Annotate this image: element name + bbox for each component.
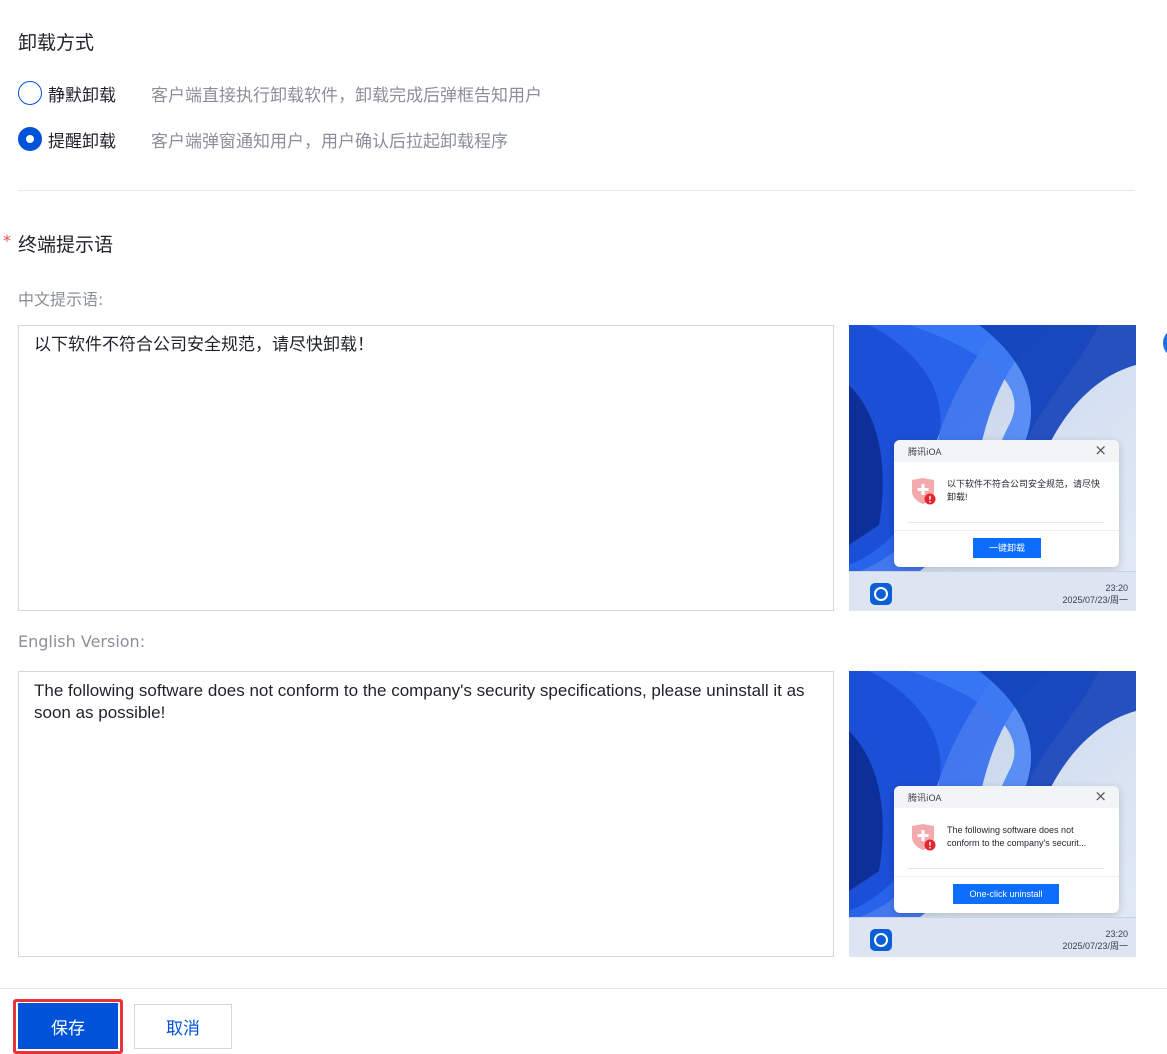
radio-reminder-uninstall[interactable]: 提醒卸载 客户端弹窗通知用户，用户确认后拉起卸载程序 [18, 126, 508, 152]
dialog-divider [908, 522, 1104, 523]
uninstall-method-title: 卸载方式 [18, 32, 95, 54]
dialog-message: 以下软件不符合公司安全规范，请尽快卸载! [947, 479, 1101, 502]
english-prompt-label: English Version: [18, 632, 146, 651]
dialog-divider [894, 530, 1119, 531]
radio-silent-uninstall[interactable]: 静默卸载 客户端直接执行卸载软件，卸载完成后弹框告知用户 [18, 80, 542, 106]
english-prompt-textarea[interactable]: The following software does not conform … [18, 671, 834, 957]
dialog-header: 腾讯iOA × [894, 440, 1119, 462]
taskbar: 23:20 2025/07/23/周一 [849, 917, 1136, 957]
dialog-divider [894, 876, 1119, 877]
radio-description: 客户端直接执行卸载软件，卸载完成后弹框告知用户 [151, 85, 542, 106]
taskbar-clock: 23:20 2025/07/23/周一 [1062, 582, 1128, 606]
footer-divider [0, 988, 1167, 989]
clock-time: 23:20 [1105, 929, 1128, 939]
dialog-divider [908, 868, 1104, 869]
save-button-highlight [13, 999, 123, 1054]
section-divider [18, 190, 1135, 191]
dialog-title: 腾讯iOA [908, 794, 942, 804]
radio-label[interactable]: 提醒卸载 [48, 127, 148, 152]
english-preview-image: 腾讯iOA × The following software does not … [849, 671, 1136, 957]
dialog-title: 腾讯iOA [908, 448, 942, 458]
clock-date: 2025/07/23/周一 [1062, 595, 1128, 605]
chinese-preview-image: 腾讯iOA × 以下软件不符合公司安全规范，请尽快卸载! 一键卸载 23:20 … [849, 325, 1136, 611]
chinese-prompt-label: 中文提示语: [18, 290, 104, 309]
clock-time: 23:20 [1105, 583, 1128, 593]
cancel-button[interactable]: 取消 [134, 1004, 232, 1049]
radio-button-checked[interactable] [18, 127, 42, 151]
radio-label[interactable]: 静默卸载 [48, 81, 148, 106]
clock-date: 2025/07/23/周一 [1062, 941, 1128, 951]
close-icon: × [1094, 441, 1107, 459]
taskbar-clock: 23:20 2025/07/23/周一 [1062, 928, 1128, 952]
side-float-button[interactable] [1163, 330, 1167, 356]
taskbar: 23:20 2025/07/23/周一 [849, 571, 1136, 611]
shield-warning-icon [912, 478, 936, 505]
chinese-prompt-textarea[interactable]: 以下软件不符合公司安全规范，请尽快卸载！ [18, 325, 834, 611]
radio-button[interactable] [18, 81, 42, 105]
preview-dialog: 腾讯iOA × The following software does not … [894, 786, 1119, 913]
one-click-uninstall-button: One-click uninstall [953, 884, 1059, 904]
ioa-taskbar-icon [870, 583, 892, 605]
close-icon: × [1094, 787, 1107, 805]
one-click-uninstall-button: 一键卸载 [973, 538, 1041, 558]
dialog-header: 腾讯iOA × [894, 786, 1119, 808]
terminal-prompt-title: 终端提示语 [18, 234, 114, 256]
shield-warning-icon [912, 824, 936, 851]
dialog-message: The following software does not conform … [947, 825, 1087, 848]
radio-description: 客户端弹窗通知用户，用户确认后拉起卸载程序 [151, 131, 508, 152]
ioa-taskbar-icon [870, 929, 892, 951]
required-mark: * [3, 231, 11, 250]
preview-dialog: 腾讯iOA × 以下软件不符合公司安全规范，请尽快卸载! 一键卸载 [894, 440, 1119, 567]
